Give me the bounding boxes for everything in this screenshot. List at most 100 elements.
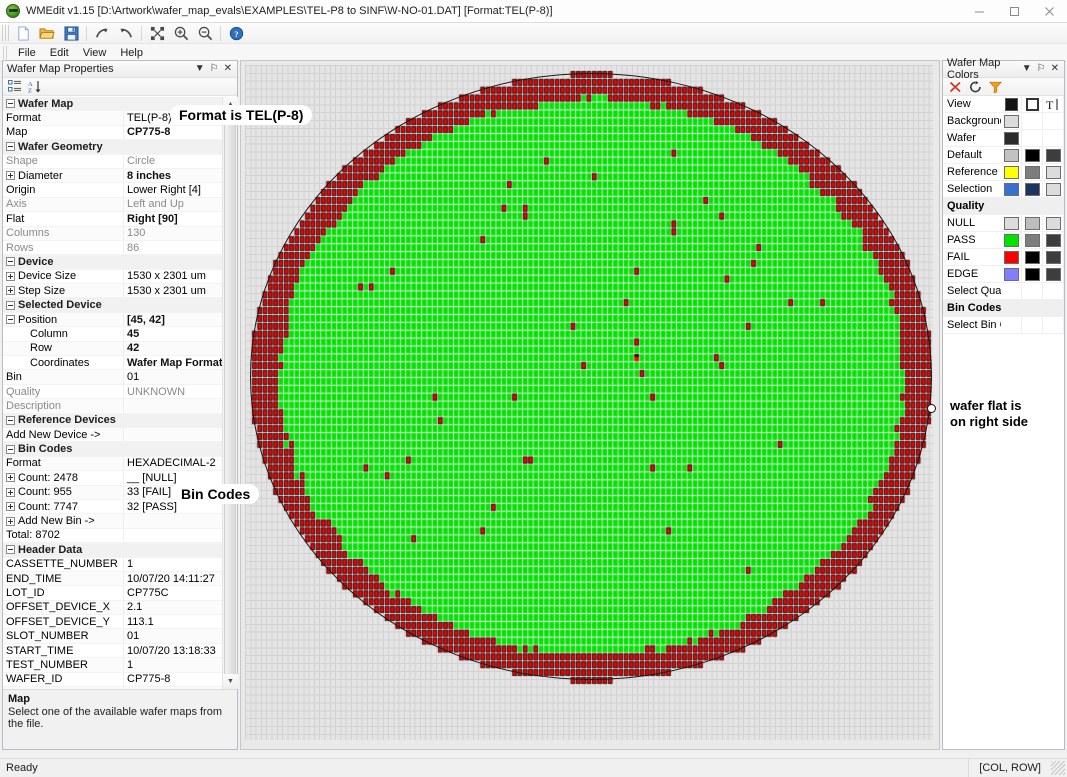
menu-grip[interactable]: [3, 46, 8, 59]
wafer-die-map[interactable]: [241, 61, 939, 749]
color-row[interactable]: Selection: [943, 180, 1064, 198]
color-row[interactable]: Background: [943, 112, 1064, 130]
collapse-icon[interactable]: [6, 315, 15, 325]
property-value[interactable]: [123, 514, 237, 528]
property-value[interactable]: Left and Up: [123, 197, 237, 212]
property-value[interactable]: CP775C: [123, 586, 237, 600]
property-row[interactable]: Map CP775-8▾: [3, 125, 237, 141]
property-category-row[interactable]: Header Data: [3, 543, 237, 558]
sort-alpha-icon[interactable]: A Z: [27, 79, 43, 94]
color-swatch-fill[interactable]: [1001, 146, 1022, 164]
properties-list[interactable]: Wafer Map Format TEL(P-8) Map CP775-8▾ Wafer …: [3, 97, 237, 689]
color-legend-list[interactable]: View T Background Wafer Default Reference Sele…: [943, 95, 1064, 334]
property-row[interactable]: OFFSET_DEVICE_Y 113.1: [3, 615, 237, 630]
undo-icon[interactable]: [114, 23, 138, 43]
filter-icon[interactable]: [987, 79, 1003, 94]
property-value[interactable]: CP775-8▾: [123, 125, 237, 140]
property-category-row[interactable]: Selected Device: [3, 298, 237, 313]
property-value[interactable]: [123, 442, 237, 455]
property-value[interactable]: Circle: [123, 154, 237, 168]
property-row[interactable]: Quality UNKNOWN: [3, 384, 237, 400]
property-row[interactable]: Description: [3, 399, 237, 414]
properties-panel-menu-icon[interactable]: ▼: [195, 64, 205, 74]
expand-icon[interactable]: [6, 516, 15, 526]
color-swatch-text[interactable]: [1043, 248, 1064, 266]
scrollbar-thumb[interactable]: [224, 113, 236, 711]
property-row[interactable]: Step Size 1530 x 2301 um: [3, 284, 237, 299]
property-row[interactable]: END_TIME 10/07/20 14:11:27: [3, 571, 237, 587]
property-value[interactable]: __ [NULL]: [123, 471, 237, 485]
property-value[interactable]: [123, 399, 237, 413]
property-category-row[interactable]: Device: [3, 255, 237, 270]
property-row[interactable]: Format HEXADECIMAL-2: [3, 456, 237, 472]
property-value[interactable]: [123, 528, 237, 543]
reset-icon[interactable]: [967, 79, 983, 94]
color-row[interactable]: PASS: [943, 231, 1064, 249]
property-value[interactable]: 10/07/20 13:18:33: [123, 643, 237, 658]
property-row[interactable]: Coordinates Wafer Map Format: [3, 356, 237, 371]
property-row[interactable]: LOT_ID CP775C: [3, 586, 237, 601]
property-value[interactable]: 1530 x 2301 um: [123, 284, 237, 298]
property-row[interactable]: Row 42: [3, 341, 237, 357]
zoom-out-icon[interactable]: [193, 23, 217, 43]
property-row[interactable]: OFFSET_DEVICE_X 2.1: [3, 600, 237, 616]
property-row[interactable]: Diameter 8 inches: [3, 168, 237, 184]
color-row[interactable]: NULL: [943, 214, 1064, 232]
property-category-row[interactable]: Bin Codes: [3, 442, 237, 457]
property-row[interactable]: Bin 01: [3, 370, 237, 385]
property-value[interactable]: 42: [123, 341, 237, 356]
color-row[interactable]: Default: [943, 146, 1064, 164]
view-outline-color-icon[interactable]: [1022, 95, 1043, 113]
color-swatch-fill[interactable]: [1001, 163, 1022, 181]
property-row[interactable]: Position [45, 42]: [3, 312, 237, 328]
color-swatch-text[interactable]: [1043, 214, 1064, 232]
menu-item-view[interactable]: View: [76, 46, 114, 60]
color-swatch-fill[interactable]: [1001, 112, 1022, 130]
menu-item-edit[interactable]: Edit: [43, 46, 76, 60]
color-category-row[interactable]: Bin Codes: [943, 299, 1064, 317]
property-row[interactable]: Origin Lower Right [4]: [3, 183, 237, 198]
property-row[interactable]: Total: 8702: [3, 528, 237, 544]
new-file-icon[interactable]: [11, 23, 35, 43]
clear-icon[interactable]: [947, 79, 963, 94]
property-value[interactable]: 45: [123, 327, 237, 341]
zoom-in-icon[interactable]: [169, 23, 193, 43]
property-value[interactable]: [123, 414, 237, 427]
property-value[interactable]: 1: [123, 557, 237, 571]
collapse-icon[interactable]: [6, 444, 15, 454]
color-swatch-outline[interactable]: [1022, 163, 1043, 181]
expand-icon[interactable]: [6, 171, 15, 181]
collapse-icon[interactable]: [6, 545, 15, 555]
zoom-fit-icon[interactable]: [145, 23, 169, 43]
color-swatch-fill[interactable]: [1001, 248, 1022, 266]
property-category-row[interactable]: Reference Devices: [3, 413, 237, 428]
property-value[interactable]: 2.1: [123, 600, 237, 615]
property-row[interactable]: Columns 130: [3, 226, 237, 241]
help-icon[interactable]: ?: [224, 23, 248, 43]
open-folder-icon[interactable]: [35, 23, 59, 43]
property-value[interactable]: HEXADECIMAL-2: [123, 456, 237, 471]
color-swatch-text[interactable]: [1043, 231, 1064, 249]
colors-panel-pin-icon[interactable]: ⚐: [1037, 64, 1046, 74]
property-row[interactable]: Shape Circle: [3, 154, 237, 169]
resize-grip-icon[interactable]: [1051, 761, 1065, 775]
property-row[interactable]: Add New Device ->: [3, 427, 237, 443]
color-swatch-outline[interactable]: [1022, 248, 1043, 266]
property-value[interactable]: 86: [123, 240, 237, 255]
property-row[interactable]: START_TIME 10/07/20 13:18:33: [3, 643, 237, 659]
color-swatch-fill[interactable]: [1001, 231, 1022, 249]
property-row[interactable]: Device Size 1530 x 2301 um: [3, 269, 237, 285]
scroll-down-icon[interactable]: ▼: [223, 674, 238, 689]
color-category-row[interactable]: Quality: [943, 197, 1064, 215]
property-value[interactable]: [123, 140, 237, 153]
color-swatch-fill[interactable]: [1001, 180, 1022, 198]
property-value[interactable]: [123, 543, 237, 556]
color-swatch-outline[interactable]: [1022, 231, 1043, 249]
color-swatch-text[interactable]: [1043, 265, 1064, 283]
close-button[interactable]: [1032, 0, 1067, 23]
text-color-icon[interactable]: T: [1043, 95, 1064, 113]
expand-icon[interactable]: [6, 487, 15, 497]
property-value[interactable]: 01: [123, 629, 237, 643]
color-swatch-fill[interactable]: [1001, 214, 1022, 232]
property-row[interactable]: TEST_NUMBER 1: [3, 658, 237, 673]
